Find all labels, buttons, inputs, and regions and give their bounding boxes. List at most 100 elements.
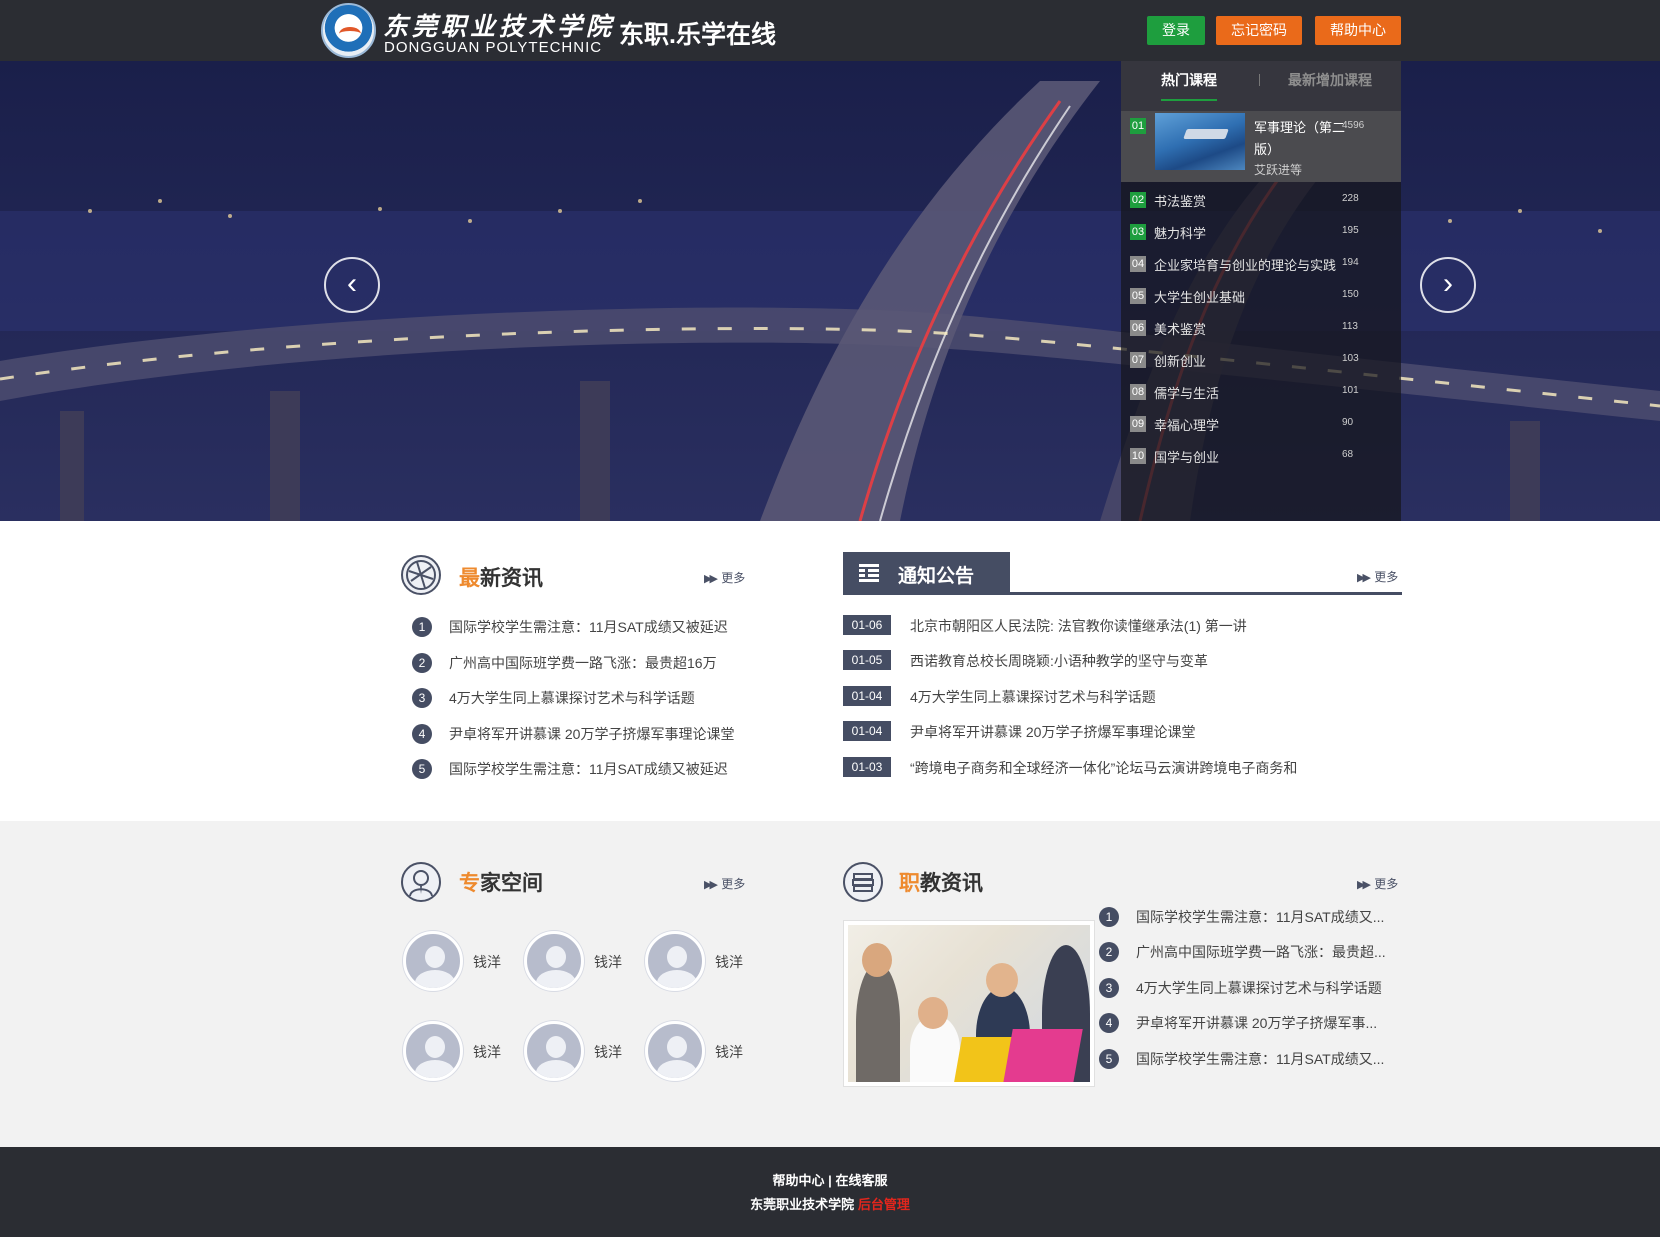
notice-date: 01-04 xyxy=(843,686,891,706)
item-number: 1 xyxy=(412,617,432,637)
course-count: 103 xyxy=(1342,353,1359,364)
news-item-text: 广州高中国际班学费一路飞涨：最贵超16万 xyxy=(449,655,717,671)
news-item-text: 4万大学生同上慕课探讨艺术与科学话题 xyxy=(449,690,695,706)
tab-hot-courses[interactable]: 热门课程 xyxy=(1161,70,1217,101)
hot-course-item[interactable]: 02 书法鉴赏 228 xyxy=(1121,185,1401,217)
vocational-news-text: 国际学校学生需注意：11月SAT成绩又... xyxy=(1136,1051,1385,1067)
expert-card[interactable]: 钱洋 xyxy=(645,931,775,993)
course-rank: 10 xyxy=(1130,448,1146,464)
vocational-news-text: 国际学校学生需注意：11月SAT成绩又... xyxy=(1136,909,1385,925)
course-rank: 08 xyxy=(1130,384,1146,400)
latest-news-title: 最新资讯 xyxy=(459,562,543,592)
more-label: 更多 xyxy=(721,571,746,585)
course-title: 创新创业 xyxy=(1154,354,1207,369)
avatar xyxy=(524,1021,584,1081)
vocational-news-text: 广州高中国际班学费一路飞涨：最贵超... xyxy=(1136,944,1386,960)
books-icon xyxy=(843,862,883,902)
school-logo[interactable]: 东莞职业技术学院 DONGGUAN POLYTECHNIC xyxy=(321,3,621,58)
tab-new-courses[interactable]: 最新增加课程 xyxy=(1288,70,1372,90)
course-count: 4596 xyxy=(1342,120,1365,131)
course-count: 113 xyxy=(1342,321,1358,332)
news-item-text: 国际学校学生需注意：11月SAT成绩又被延迟 xyxy=(449,619,728,635)
item-number: 3 xyxy=(1099,978,1119,998)
expert-card[interactable]: 钱洋 xyxy=(524,931,654,993)
course-count: 150 xyxy=(1342,289,1359,300)
title-highlight: 最 xyxy=(459,567,480,590)
item-number: 1 xyxy=(1099,907,1119,927)
hot-course-item[interactable]: 06 美术鉴赏 113 xyxy=(1121,313,1401,345)
news-item-text: 国际学校学生需注意：11月SAT成绩又被延迟 xyxy=(449,761,728,777)
expert-person-icon xyxy=(401,862,441,902)
hot-course-item-featured[interactable]: 01 军事理论（第二版） 4596 艾跃进等 xyxy=(1121,111,1401,182)
avatar xyxy=(524,931,584,991)
carousel-next-button[interactable]: › xyxy=(1420,257,1476,313)
course-count: 68 xyxy=(1342,449,1354,460)
double-arrow-icon: ▶▶ xyxy=(704,879,718,891)
notice-text: 尹卓将军开讲慕课 20万学子挤爆军事理论课堂 xyxy=(910,724,1196,740)
photo-folder-pink xyxy=(1003,1029,1083,1082)
course-title: 大学生创业基础 xyxy=(1154,290,1246,305)
notices-tab: 通知公告 xyxy=(843,552,1010,594)
notices-underline xyxy=(843,592,1402,595)
course-rank: 02 xyxy=(1130,192,1146,208)
globe-icon xyxy=(401,555,441,595)
double-arrow-icon: ▶▶ xyxy=(1357,572,1371,584)
admin-link[interactable]: 后台管理 xyxy=(858,1197,910,1212)
footer-service-link[interactable]: 在线客服 xyxy=(835,1173,887,1188)
vocational-news-text: 4万大学生同上慕课探讨艺术与科学话题 xyxy=(1136,980,1382,996)
vocational-news-text: 尹卓将军开讲慕课 20万学子挤爆军事... xyxy=(1136,1015,1378,1031)
experts-title: 专家空间 xyxy=(459,867,543,897)
item-number: 2 xyxy=(1099,942,1119,962)
experts-more-link[interactable]: ▶▶ 更多 xyxy=(704,875,745,892)
double-arrow-icon: ▶▶ xyxy=(1357,879,1371,891)
login-button[interactable]: 登录 xyxy=(1147,16,1205,45)
page: 东莞职业技术学院 DONGGUAN POLYTECHNIC 东职.乐学在线 登录… xyxy=(0,0,1660,1237)
carousel-prev-button[interactable]: ‹ xyxy=(324,257,380,313)
vocational-news-photo[interactable] xyxy=(844,921,1094,1086)
footer-help-link[interactable]: 帮助中心 xyxy=(773,1173,825,1188)
hot-course-item[interactable]: 05 大学生创业基础 150 xyxy=(1121,281,1401,313)
photo-person xyxy=(856,963,900,1082)
hot-course-item[interactable]: 03 魅力科学 195 xyxy=(1121,217,1401,249)
course-tabs: 热门课程 最新增加课程 xyxy=(1121,61,1401,111)
hot-course-item[interactable]: 04 企业家培育与创业的理论与实践 194 xyxy=(1121,249,1401,281)
course-rank: 03 xyxy=(1130,224,1146,240)
notices-more-link[interactable]: ▶▶ 更多 xyxy=(1357,568,1398,585)
hot-course-item[interactable]: 10 国学与创业 68 xyxy=(1121,441,1401,473)
hero-banner: ‹ › 热门课程 最新增加课程 01 军事理论（第二版） 4596 艾跃进等 0… xyxy=(0,61,1660,521)
vocational-more-link[interactable]: ▶▶ 更多 xyxy=(1357,875,1398,892)
notice-date: 01-04 xyxy=(843,721,891,741)
news-more-link[interactable]: ▶▶ 更多 xyxy=(704,569,745,586)
item-number: 4 xyxy=(412,724,432,744)
notices-title: 通知公告 xyxy=(898,566,975,587)
page-footer: 帮助中心 | 在线客服 东莞职业技术学院 后台管理 xyxy=(0,1147,1660,1237)
notice-date: 01-05 xyxy=(843,650,891,670)
expert-card[interactable]: 钱洋 xyxy=(524,1021,654,1083)
course-thumbnail xyxy=(1155,113,1245,170)
help-center-button[interactable]: 帮助中心 xyxy=(1315,16,1401,45)
vocational-news-title: 职教资讯 xyxy=(899,867,983,897)
avatar xyxy=(403,931,463,991)
expert-name: 钱洋 xyxy=(594,954,622,970)
notice-text: 4万大学生同上慕课探讨艺术与科学话题 xyxy=(910,689,1156,705)
item-number: 4 xyxy=(1099,1013,1119,1033)
forgot-password-button[interactable]: 忘记密码 xyxy=(1216,16,1302,45)
hot-course-item[interactable]: 07 创新创业 103 xyxy=(1121,345,1401,377)
course-count: 194 xyxy=(1342,257,1359,268)
expert-card[interactable]: 钱洋 xyxy=(403,931,533,993)
photo-face xyxy=(862,943,892,977)
expert-card[interactable]: 钱洋 xyxy=(645,1021,775,1083)
course-author: 艾跃进等 xyxy=(1254,163,1303,177)
course-rank: 09 xyxy=(1130,416,1146,432)
more-label: 更多 xyxy=(1374,877,1399,891)
notice-text: “跨境电子商务和全球经济一体化”论坛马云演讲跨境电子商务和 xyxy=(910,760,1298,776)
course-title: 军事理论（第二版） xyxy=(1254,120,1346,157)
hot-course-item[interactable]: 08 儒学与生活 101 xyxy=(1121,377,1401,409)
course-rank: 01 xyxy=(1130,118,1146,134)
notice-date: 01-03 xyxy=(843,757,891,777)
hot-course-item[interactable]: 09 幸福心理学 90 xyxy=(1121,409,1401,441)
avatar xyxy=(645,1021,705,1081)
course-title: 企业家培育与创业的理论与实践 xyxy=(1154,258,1337,273)
expert-card[interactable]: 钱洋 xyxy=(403,1021,533,1083)
expert-name: 钱洋 xyxy=(715,1044,743,1060)
